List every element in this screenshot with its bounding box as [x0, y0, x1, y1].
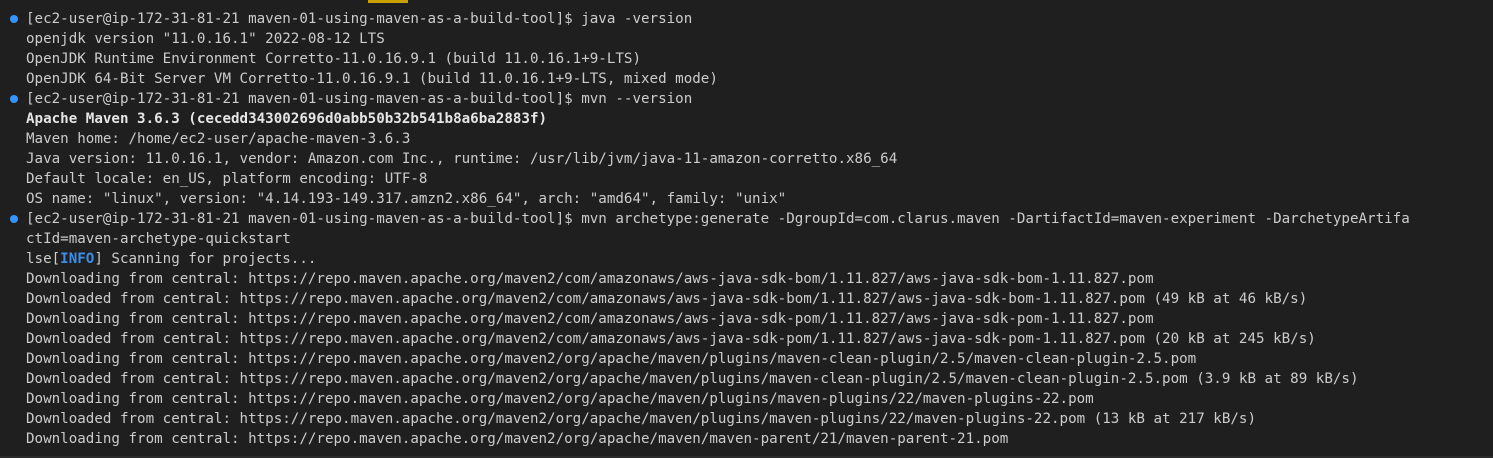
output-line: lse[INFO] Scanning for projects... — [0, 249, 1493, 269]
line-text: OpenJDK 64-Bit Server VM Corretto-11.0.1… — [26, 71, 718, 87]
line-text: Downloading from central: https://repo.m… — [26, 311, 1154, 327]
line-text: [ec2-user@ip-172-31-81-21 maven-01-using… — [26, 211, 1410, 227]
line-text: Downloading from central: https://repo.m… — [26, 391, 1094, 407]
line-text: Maven home: /home/ec2-user/apache-maven-… — [26, 131, 411, 147]
line-text: ctId=maven-archetype-quickstart — [26, 231, 291, 247]
output-line: OpenJDK 64-Bit Server VM Corretto-11.0.1… — [0, 69, 1493, 89]
line-text: openjdk version "11.0.16.1" 2022-08-12 L… — [26, 31, 385, 47]
output-line: OpenJDK Runtime Environment Corretto-11.… — [0, 49, 1493, 69]
output-line: Maven home: /home/ec2-user/apache-maven-… — [0, 129, 1493, 149]
line-text: Downloading from central: https://repo.m… — [26, 351, 1197, 367]
output-line: Downloading from central: https://repo.m… — [0, 269, 1493, 289]
line-text: Java version: 11.0.16.1, vendor: Amazon.… — [26, 151, 898, 167]
output-line: Apache Maven 3.6.3 (cecedd343002696d0abb… — [0, 109, 1493, 129]
output-line: Java version: 11.0.16.1, vendor: Amazon.… — [0, 149, 1493, 169]
command-status-dot-icon[interactable] — [10, 95, 18, 103]
command-status-dot-icon[interactable] — [10, 215, 18, 223]
terminal-lines: [ec2-user@ip-172-31-81-21 maven-01-using… — [0, 9, 1493, 449]
line-text: Downloading from central: https://repo.m… — [26, 431, 1009, 447]
top-highlight-bar — [368, 0, 408, 3]
line-text: OpenJDK Runtime Environment Corretto-11.… — [26, 51, 641, 67]
line-text: ] Scanning for projects... — [94, 251, 317, 267]
command-status-dot-icon[interactable] — [10, 15, 18, 23]
output-line: Downloaded from central: https://repo.ma… — [0, 289, 1493, 309]
output-line: ctId=maven-archetype-quickstart — [0, 229, 1493, 249]
line-text: Default locale: en_US, platform encoding… — [26, 171, 428, 187]
output-line: Downloading from central: https://repo.m… — [0, 429, 1493, 449]
line-text: Downloaded from central: https://repo.ma… — [26, 411, 1256, 427]
output-line: Downloaded from central: https://repo.ma… — [0, 369, 1493, 389]
line-prefix: lse[ — [26, 251, 61, 267]
terminal-output[interactable]: [ec2-user@ip-172-31-81-21 maven-01-using… — [0, 0, 1493, 458]
line-text: Downloaded from central: https://repo.ma… — [26, 331, 1316, 347]
output-line: Downloading from central: https://repo.m… — [0, 389, 1493, 409]
prompt-line: [ec2-user@ip-172-31-81-21 maven-01-using… — [0, 89, 1493, 109]
output-line: Downloaded from central: https://repo.ma… — [0, 329, 1493, 349]
prompt-line: [ec2-user@ip-172-31-81-21 maven-01-using… — [0, 209, 1493, 229]
line-text: Apache Maven 3.6.3 (cecedd343002696d0abb… — [26, 111, 548, 127]
output-line: Downloading from central: https://repo.m… — [0, 309, 1493, 329]
line-text: Downloaded from central: https://repo.ma… — [26, 371, 1359, 387]
line-text: Downloading from central: https://repo.m… — [26, 271, 1154, 287]
line-text: Downloaded from central: https://repo.ma… — [26, 291, 1308, 307]
line-text: [ec2-user@ip-172-31-81-21 maven-01-using… — [26, 11, 693, 27]
prompt-line: [ec2-user@ip-172-31-81-21 maven-01-using… — [0, 9, 1493, 29]
output-line: Downloaded from central: https://repo.ma… — [0, 409, 1493, 429]
output-line: OS name: "linux", version: "4.14.193-149… — [0, 189, 1493, 209]
line-text: OS name: "linux", version: "4.14.193-149… — [26, 191, 787, 207]
output-line: Default locale: en_US, platform encoding… — [0, 169, 1493, 189]
line-text: [ec2-user@ip-172-31-81-21 maven-01-using… — [26, 91, 693, 107]
output-line: Downloading from central: https://repo.m… — [0, 349, 1493, 369]
output-line: openjdk version "11.0.16.1" 2022-08-12 L… — [0, 29, 1493, 49]
info-tag: INFO — [60, 251, 95, 267]
